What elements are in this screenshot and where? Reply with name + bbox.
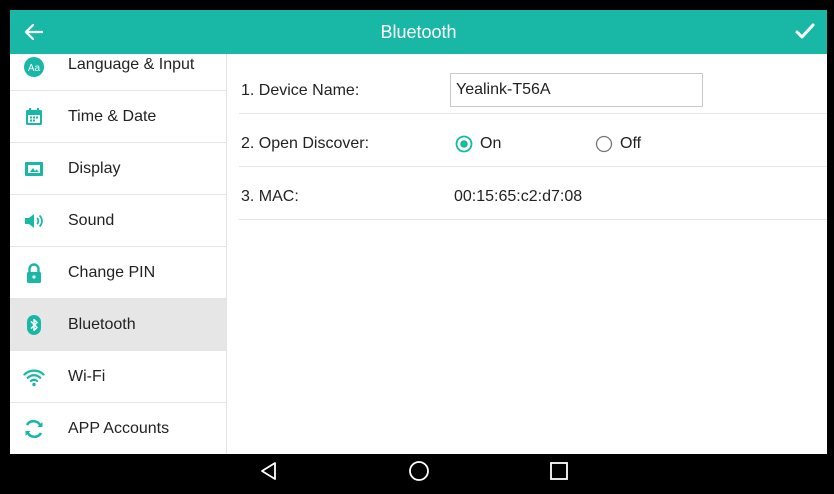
device-name-label: 1. Device Name: — [241, 82, 360, 99]
sidebar-item-app-accounts[interactable]: APP Accounts — [10, 403, 226, 454]
sidebar-item-label: Sound — [68, 212, 115, 229]
sidebar: Aa Language & Input Time & Date Display — [10, 54, 227, 454]
nav-home-icon[interactable] — [407, 459, 431, 483]
calendar-icon — [26, 108, 42, 125]
radio-selected-icon — [455, 135, 473, 153]
lock-icon — [27, 263, 41, 283]
svg-text:Aa: Aa — [28, 63, 41, 74]
device-name-row: 1. Device Name: Yealink-T56A — [239, 61, 827, 114]
sidebar-item-change-pin[interactable]: Change PIN — [10, 247, 226, 299]
title-bar: Bluetooth — [10, 10, 827, 54]
mac-value: 00:15:65:c2:d7:08 — [454, 188, 583, 205]
wifi-icon — [23, 369, 45, 387]
nav-recents-icon[interactable] — [547, 459, 571, 483]
language-icon: Aa — [24, 57, 44, 77]
radio-off-label: Off — [620, 135, 642, 152]
sidebar-item-language-input[interactable]: Aa Language & Input — [10, 54, 226, 91]
sidebar-item-time-date[interactable]: Time & Date — [10, 91, 226, 143]
sidebar-item-sound[interactable]: Sound — [10, 195, 226, 247]
open-discover-label: 2. Open Discover: — [241, 135, 370, 152]
sidebar-item-label: APP Accounts — [68, 420, 170, 437]
page-title: Bluetooth — [380, 22, 457, 42]
device-name-field[interactable]: Yealink-T56A — [450, 73, 703, 107]
android-nav-bar — [10, 454, 827, 488]
bluetooth-settings-panel: 1. Device Name: Yealink-T56A 2. Open Dis… — [239, 54, 827, 454]
speaker-icon — [25, 214, 43, 228]
sidebar-item-label: Change PIN — [68, 264, 156, 281]
sidebar-item-label: Wi-Fi — [68, 368, 106, 385]
sidebar-item-label: Bluetooth — [68, 316, 136, 333]
sidebar-item-label: Time & Date — [68, 108, 157, 125]
sidebar-item-bluetooth[interactable]: Bluetooth — [10, 299, 226, 351]
sync-icon — [25, 419, 43, 439]
radio-unselected-icon — [595, 135, 613, 153]
screen: Bluetooth Aa Language & Input Time & Dat… — [10, 10, 827, 488]
nav-back-icon[interactable] — [257, 459, 281, 483]
bluetooth-icon — [27, 315, 41, 335]
sidebar-item-wifi[interactable]: Wi-Fi — [10, 351, 226, 403]
sidebar-item-display[interactable]: Display — [10, 143, 226, 195]
display-icon — [25, 162, 43, 176]
checkmark-icon[interactable] — [791, 18, 819, 46]
mac-label: 3. MAC: — [241, 188, 299, 205]
sidebar-item-label: Language & Input — [68, 56, 195, 73]
open-discover-row: 2. Open Discover: On Off — [239, 114, 827, 167]
radio-on-label: On — [480, 135, 502, 152]
mac-row: 3. MAC: 00:15:65:c2:d7:08 — [239, 167, 827, 220]
sidebar-item-label: Display — [68, 160, 121, 177]
